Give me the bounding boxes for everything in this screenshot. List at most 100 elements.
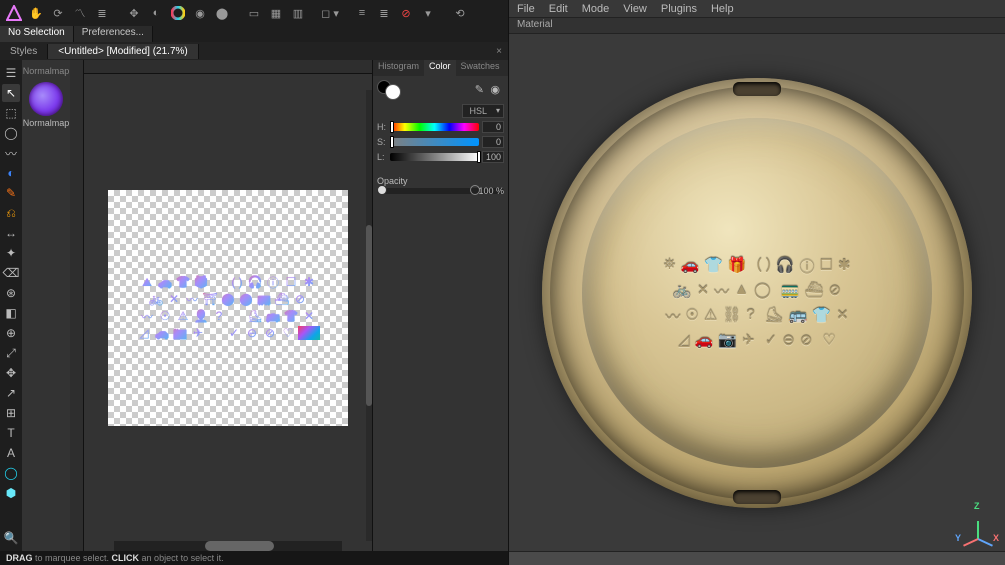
contrast-icon[interactable]: ◐ — [146, 3, 166, 23]
tool-clone[interactable]: ↔ — [2, 224, 20, 242]
picker-icon[interactable]: ✎ — [475, 83, 484, 96]
grid-icon[interactable]: ▦ — [266, 3, 286, 23]
notch-bottom — [733, 490, 781, 504]
tool-column: ☰ ↖ ⬚ ◯ 〰 ◐ ✎ ⎌ ↔ ✦ ⌫ ⊛ ◧ ⊕ ⤢ ✥ ↗ ⊞ T A … — [0, 60, 22, 551]
tool-ellipse[interactable]: ◯ — [2, 124, 20, 142]
sat-row: S: 0 — [377, 136, 504, 148]
tool-hex[interactable]: ⬢ — [2, 484, 20, 502]
eyedropper-icon[interactable]: ◉ — [490, 83, 500, 96]
scrollbar-horizontal[interactable] — [114, 541, 342, 551]
tool-add[interactable]: ⊕ — [2, 324, 20, 342]
image-editor-app: ✋ ⟳ 〽 ≣ ✥ ◐ ◉ ⬤ ▭ ▦ ▥ ◻ ▾ ≡ ≣ ⊘ ▾ ⟲ No S… — [0, 0, 508, 565]
tool-undo-brush[interactable]: ⎌ — [2, 204, 20, 222]
tool-text[interactable]: T — [2, 424, 20, 442]
search-icon[interactable]: 🔍 — [2, 529, 20, 547]
hand-icon[interactable]: ✋ — [26, 3, 46, 23]
tab-no-selection[interactable]: No Selection — [0, 26, 74, 42]
tool-lasso[interactable]: 〰 — [2, 144, 20, 162]
move-icon[interactable]: ✥ — [124, 3, 144, 23]
align-left-icon[interactable]: ≡ — [352, 3, 372, 23]
close-icon[interactable]: × — [490, 46, 508, 57]
tool-fill[interactable]: ⊛ — [2, 284, 20, 302]
normalmap-preview[interactable] — [29, 82, 63, 116]
icon-row-4: ◿🚗📷✈✓⊖⊘♡ — [114, 326, 342, 340]
color-mode-select[interactable]: HSL — [462, 104, 504, 118]
tab-document[interactable]: <Untitled> [Modified] (21.7%) — [48, 44, 199, 59]
lock-icon[interactable]: ⊘ — [396, 3, 416, 23]
opacity-section: Opacity 100 % — [373, 176, 508, 194]
tool-pen[interactable]: ↗ — [2, 384, 20, 402]
axis-y: Y — [955, 533, 961, 543]
fg-color[interactable] — [385, 84, 401, 100]
doc-icon[interactable]: ▭ — [244, 3, 264, 23]
emboss-row-1: ⛯🚗👕🎁( )🎧ⓘ☐✱ — [542, 256, 972, 277]
icon-row-2: 🚲✕〰⛩⬤⬤🚃⛴⊘ — [114, 292, 342, 306]
tool-ring[interactable]: ◯ — [2, 464, 20, 482]
fg-bg-swatch[interactable]: ✎ ◉ — [377, 80, 504, 100]
axis-gizmo[interactable]: Z Y X — [957, 503, 997, 543]
emboss-row-3: 〰☉⚠⛓?⛸🚌👕✕ — [542, 306, 972, 327]
tool-gradient[interactable]: ◐ — [2, 164, 20, 182]
status-bar: DRAG to marquee select. CLICK an object … — [0, 551, 508, 565]
tool-transform[interactable]: ⤢ — [2, 344, 20, 362]
sat-value[interactable]: 0 — [482, 136, 504, 148]
menu-plugins[interactable]: Plugins — [661, 3, 697, 15]
lgt-row: L: 100 — [377, 151, 504, 163]
scrollbar-vertical[interactable] — [366, 90, 372, 541]
tool-erase[interactable]: ⌫ — [2, 264, 20, 282]
tool-menu[interactable]: ☰ — [2, 64, 20, 82]
crop-icon[interactable]: ◻ ▾ — [320, 3, 340, 23]
emboss-row-2: 🚲✕〰▲◯🚃⛴⊘ — [542, 281, 972, 302]
chev-icon[interactable]: ▾ — [418, 3, 438, 23]
menu-mode[interactable]: Mode — [582, 3, 610, 15]
axis-z: Z — [974, 501, 980, 511]
icon-row-1: ⛰🚗👕🎁( )🎧ⓘ☐✱ — [114, 275, 342, 289]
color-wheel-icon[interactable] — [168, 3, 188, 23]
recolor-icon[interactable]: ⬤ — [212, 3, 232, 23]
tool-move[interactable]: ↖ — [2, 84, 20, 102]
right-panel: Histogram Color Swatches Brushes ✎ ◉ HSL… — [372, 60, 508, 551]
menu-file[interactable]: File — [517, 3, 535, 15]
ruler-vertical — [70, 60, 84, 551]
viewport-3d[interactable]: ⛯🚗👕🎁( )🎧ⓘ☐✱ 🚲✕〰▲◯🚃⛴⊘ 〰☉⚠⛓?⛸🚌👕✕ ◿🚗📷✈✓⊖⊘♡ … — [509, 34, 1005, 551]
tool-brush[interactable]: ✎ — [2, 184, 20, 202]
tool-font[interactable]: A — [2, 444, 20, 462]
app-logo[interactable] — [4, 3, 24, 23]
sat-slider[interactable] — [390, 138, 479, 146]
align-right-icon[interactable]: ≣ — [374, 3, 394, 23]
layers-icon[interactable]: ≣ — [92, 3, 112, 23]
hue-slider[interactable] — [390, 123, 479, 131]
tab-swatches[interactable]: Swatches — [456, 60, 505, 76]
panel-tabs: Histogram Color Swatches Brushes — [373, 60, 508, 76]
opacity-label: Opacity — [377, 176, 504, 186]
lgt-value[interactable]: 100 — [482, 151, 504, 163]
opacity-value[interactable]: 100 % — [478, 186, 504, 196]
canvas[interactable]: ⛰🚗👕🎁( )🎧ⓘ☐✱ 🚲✕〰⛩⬤⬤🚃⛴⊘ 〰☉⚠👤?⛸🚌👕✕ ◿🚗📷✈✓⊖⊘♡ — [84, 74, 372, 541]
tab-preferences[interactable]: Preferences... — [74, 26, 153, 42]
menu-bar: File Edit Mode View Plugins Help — [509, 0, 1005, 18]
menu-help[interactable]: Help — [711, 3, 734, 15]
tab-styles[interactable]: Styles — [0, 44, 48, 59]
menu-view[interactable]: View — [623, 3, 647, 15]
tab-histogram[interactable]: Histogram — [373, 60, 424, 76]
tool-rect-marquee[interactable]: ⬚ — [2, 104, 20, 122]
ratio-icon[interactable]: ▥ — [288, 3, 308, 23]
tool-shape[interactable]: ⊞ — [2, 404, 20, 422]
hue-value[interactable]: 0 — [482, 121, 504, 133]
reload-icon[interactable]: ⟲ — [450, 3, 470, 23]
top-toolbar: ✋ ⟳ 〽 ≣ ✥ ◐ ◉ ⬤ ▭ ▦ ▥ ◻ ▾ ≡ ≣ ⊘ ▾ ⟲ — [0, 0, 508, 26]
side-panel-tab[interactable]: Normalmap — [21, 64, 72, 78]
lgt-slider[interactable] — [390, 153, 479, 161]
sub-header: Material — [509, 18, 1005, 34]
tool-effect[interactable]: ✦ — [2, 244, 20, 262]
menu-edit[interactable]: Edit — [549, 3, 568, 15]
tab-color[interactable]: Color — [424, 60, 456, 76]
tool-dodge[interactable]: ◧ — [2, 304, 20, 322]
rotate-icon[interactable]: ⟳ — [48, 3, 68, 23]
fx-icon[interactable]: ◉ — [190, 3, 210, 23]
document: ⛰🚗👕🎁( )🎧ⓘ☐✱ 🚲✕〰⛩⬤⬤🚃⛴⊘ 〰☉⚠👤?⛸🚌👕✕ ◿🚗📷✈✓⊖⊘♡ — [108, 190, 348, 426]
emboss-row-4: ◿🚗📷✈✓⊖⊘♡ — [542, 331, 972, 349]
curves-icon[interactable]: 〽 — [70, 3, 90, 23]
tool-pan[interactable]: ✥ — [2, 364, 20, 382]
hue-row: H: 0 — [377, 121, 504, 133]
